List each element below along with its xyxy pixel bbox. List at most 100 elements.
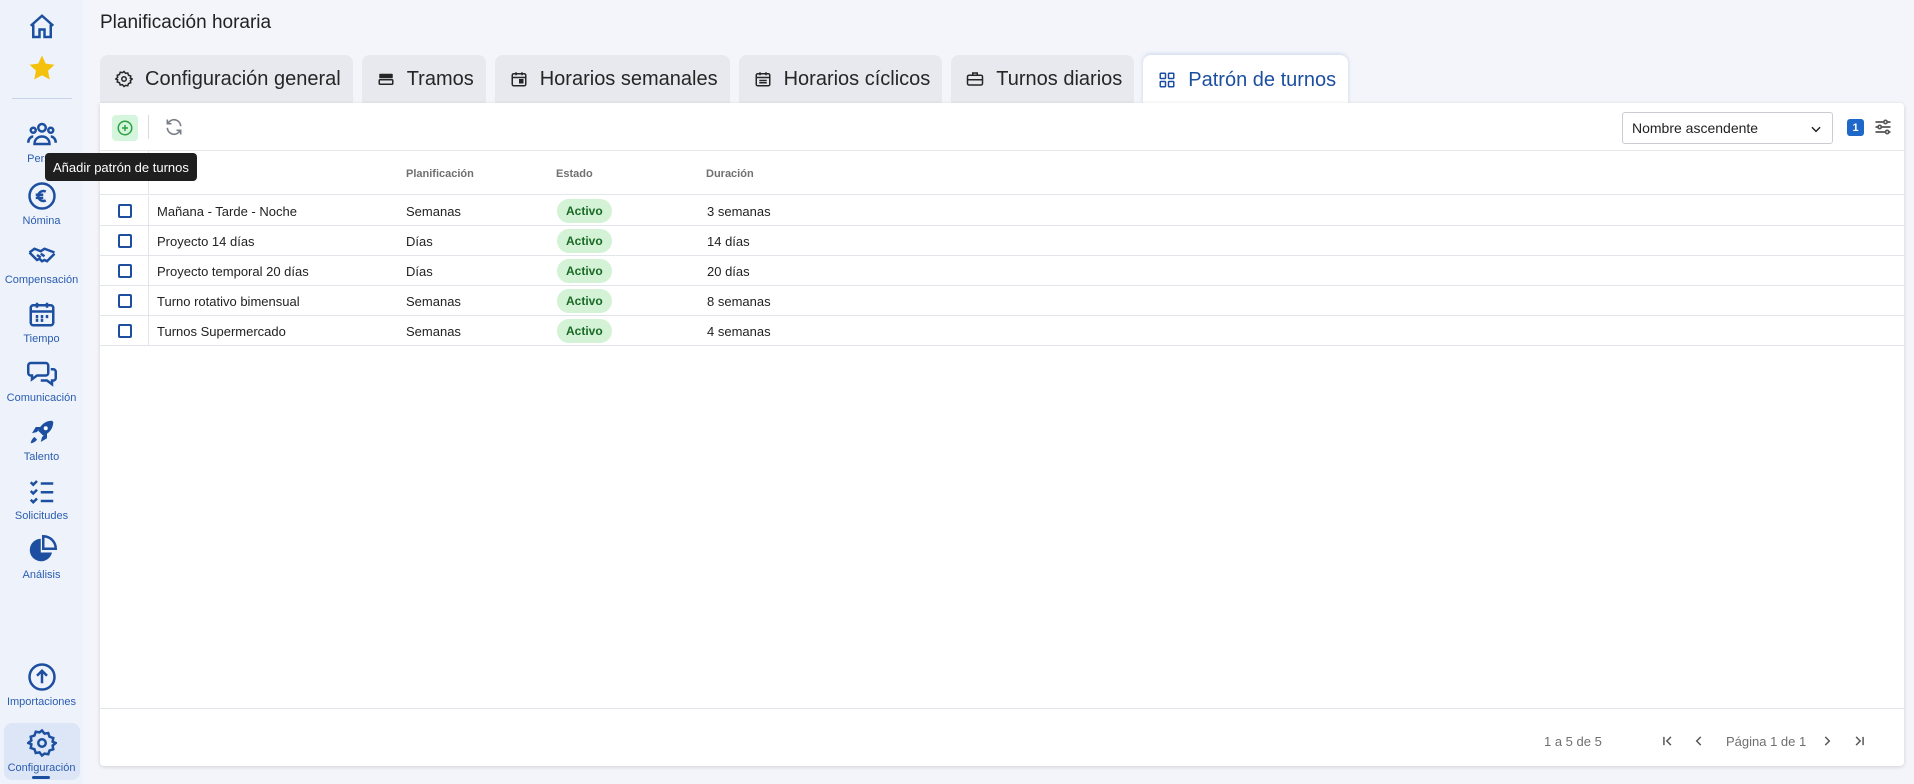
table-header: Planificación Estado Duración (100, 151, 1904, 195)
row-duration: 4 semanas (707, 324, 771, 339)
tab-configuracion-general[interactable]: Configuración general (100, 55, 353, 103)
handshake-icon (28, 247, 55, 263)
chevron-down-icon (1811, 126, 1821, 133)
pie-chart-icon (29, 535, 57, 562)
status-badge: Activo (557, 259, 612, 283)
active-indicator (32, 776, 50, 779)
row-checkbox[interactable] (118, 234, 132, 248)
tab-tramos[interactable]: Tramos (361, 55, 486, 103)
sidebar-item-nomina[interactable]: Nómina (0, 181, 83, 227)
chevron-left-icon (1695, 736, 1702, 746)
row-planning: Días (406, 264, 433, 279)
column-header-duracion[interactable]: Duración (706, 168, 754, 180)
tab-patron-de-turnos[interactable]: Patrón de turnos (1143, 55, 1349, 105)
column-divider (148, 316, 149, 346)
sidebar-item-home[interactable] (0, 12, 83, 42)
sidebar-item-label: Comunicación (6, 392, 77, 404)
sidebar-item-label: Análisis (22, 569, 61, 581)
tab-label: Horarios cíclicos (783, 67, 931, 90)
tab-turnos-diarios[interactable]: Turnos diarios (951, 55, 1135, 103)
sort-select[interactable]: Nombre ascendente (1622, 112, 1833, 144)
last-page-icon (1855, 736, 1864, 746)
column-divider (148, 226, 149, 256)
sidebar-item-compensacion[interactable]: Compensación (0, 240, 83, 286)
filter-count-badge: 1 (1847, 119, 1864, 136)
column-divider (148, 256, 149, 286)
column-divider (148, 196, 149, 226)
row-name: Proyecto 14 días (157, 234, 255, 249)
star-icon (29, 55, 54, 80)
tab-label: Configuración general (145, 67, 341, 90)
tab-bar: Configuración general Tramos Horarios se… (100, 55, 1349, 105)
tab-label: Tramos (406, 67, 474, 90)
row-checkbox[interactable] (118, 324, 132, 338)
people-icon (26, 122, 57, 146)
sidebar-item-label: Configuración (7, 762, 76, 774)
sidebar-divider (12, 98, 72, 99)
gear-icon (26, 728, 57, 758)
row-duration: 20 días (707, 264, 750, 279)
sidebar-item-analisis[interactable]: Análisis (0, 535, 83, 581)
grid-icon (1159, 72, 1175, 88)
sidebar-item-label: Solicitudes (14, 510, 69, 522)
row-planning: Días (406, 234, 433, 249)
row-checkbox[interactable] (118, 294, 132, 308)
table-row[interactable]: Mañana - Tarde - Noche Semanas Activo 3 … (100, 196, 1904, 226)
status-badge: Activo (557, 199, 612, 223)
refresh-button[interactable] (162, 115, 186, 139)
pagination-range: 1 a 5 de 5 (1544, 734, 1602, 749)
row-name: Proyecto temporal 20 días (157, 264, 309, 279)
row-name: Turno rotativo bimensual (157, 294, 300, 309)
table-row[interactable]: Turno rotativo bimensual Semanas Activo … (100, 286, 1904, 316)
plus-circle-icon (117, 120, 133, 136)
column-header-planificacion[interactable]: Planificación (406, 168, 474, 180)
refresh-icon (166, 118, 182, 136)
row-checkbox[interactable] (118, 264, 132, 278)
home-icon (29, 14, 54, 39)
sidebar-item-label: Talento (23, 451, 60, 463)
status-badge: Activo (557, 289, 612, 313)
column-header-estado[interactable]: Estado (556, 168, 593, 180)
row-name: Mañana - Tarde - Noche (157, 204, 297, 219)
first-page-button[interactable] (1658, 731, 1678, 751)
rocket-icon (30, 420, 53, 444)
page-title: Planificación horaria (100, 12, 272, 33)
sidebar-item-tiempo[interactable]: Tiempo (0, 299, 83, 345)
toolbar-divider (148, 115, 149, 139)
upload-icon (27, 663, 56, 691)
sort-select-value: Nombre ascendente (1632, 120, 1759, 136)
next-page-button[interactable] (1817, 731, 1837, 751)
sidebar-item-favorites[interactable] (0, 53, 83, 83)
sidebar-item-label: Nómina (22, 215, 61, 227)
tab-horarios-ciclicos[interactable]: Horarios cíclicos (738, 55, 943, 103)
last-page-button[interactable] (1849, 731, 1869, 751)
sidebar-item-importaciones[interactable]: Importaciones (0, 662, 83, 708)
sidebar-item-configuracion[interactable]: Configuración (0, 728, 83, 774)
calendar-icon (29, 302, 54, 327)
row-duration: 3 semanas (707, 204, 771, 219)
tab-horarios-semanales[interactable]: Horarios semanales (494, 55, 730, 103)
previous-page-button[interactable] (1689, 731, 1709, 751)
add-button-tooltip: Añadir patrón de turnos (45, 153, 197, 181)
toolbar: Nombre ascendente 1 (100, 103, 1904, 151)
column-divider (148, 286, 149, 316)
sidebar-item-talento[interactable]: Talento (0, 417, 83, 463)
sidebar-item-label: Importaciones (6, 696, 77, 708)
calendar-icon (511, 72, 527, 87)
filter-settings-button[interactable] (1873, 117, 1893, 137)
euro-icon (27, 182, 56, 210)
sidebar-item-solicitudes[interactable]: Solicitudes (0, 476, 83, 522)
gear-icon (115, 70, 133, 88)
row-planning: Semanas (406, 204, 461, 219)
add-pattern-button[interactable] (112, 115, 138, 141)
table-row[interactable]: Proyecto 14 días Días Activo 14 días (100, 226, 1904, 256)
table-row[interactable]: Proyecto temporal 20 días Días Activo 20… (100, 256, 1904, 286)
row-checkbox[interactable] (118, 204, 132, 218)
row-duration: 14 días (707, 234, 750, 249)
checklist-icon (29, 480, 53, 505)
page-indicator: Página 1 de 1 (1726, 734, 1807, 749)
sidebar-item-comunicacion[interactable]: Comunicación (0, 358, 83, 404)
row-name: Turnos Supermercado (157, 324, 286, 339)
table-row[interactable]: Turnos Supermercado Semanas Activo 4 sem… (100, 316, 1904, 346)
tab-label: Horarios semanales (539, 67, 718, 90)
